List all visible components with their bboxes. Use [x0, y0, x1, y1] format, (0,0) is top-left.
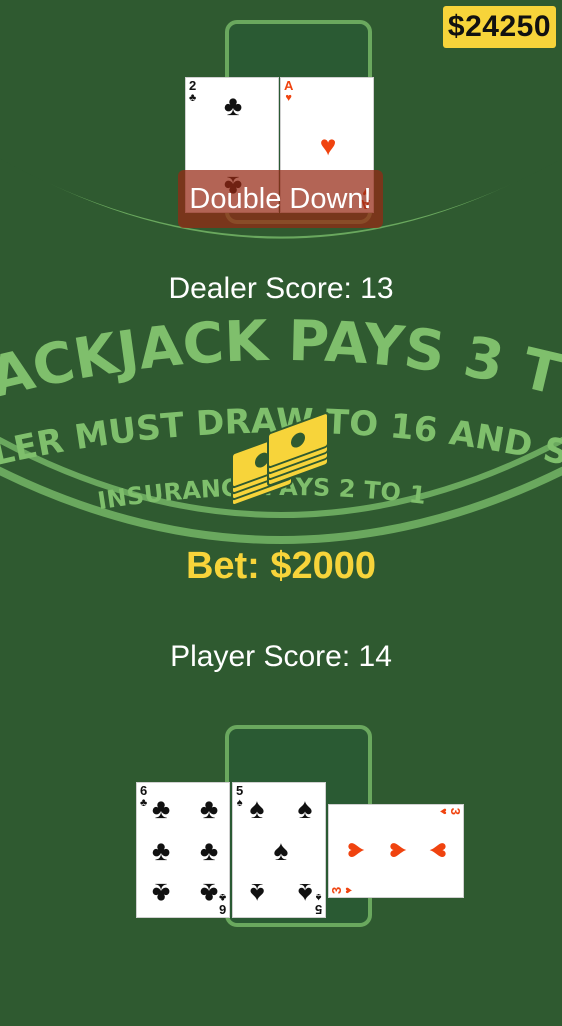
card-index: 5 ♠ — [314, 891, 322, 917]
card-index: A♥ — [284, 78, 294, 104]
club-pip-icon: ♣ — [151, 793, 171, 824]
player-card-2: 5 ♠ ♠ ♠ ♠ ♠ ♠ 5 ♠ — [232, 782, 326, 918]
club-pip-icon: ♣ — [199, 835, 219, 866]
heart-pip-icon: ♥ — [339, 841, 370, 859]
heart-pip-icon: ♥ — [424, 841, 455, 859]
club-pip-icon: ♣ — [199, 878, 219, 909]
spade-pip-icon: ♠ — [297, 878, 313, 909]
spade-pip-icon: ♠ — [297, 793, 313, 824]
heart-pip-icon: ♥ — [319, 130, 337, 161]
player-score: Player Score: 14 — [170, 640, 392, 673]
double-down-banner: Double Down! — [178, 170, 383, 228]
heart-pip-icon: ♥ — [381, 841, 412, 859]
spade-pip-icon: ♠ — [249, 793, 265, 824]
spade-pip-icon: ♠ — [249, 878, 265, 909]
card-index: 2 ♣ — [189, 78, 197, 104]
balance-badge: $24250 — [442, 6, 556, 48]
player-card-3: 3 ♥ ♥ ♥ ♥ 3 ♥ — [328, 804, 464, 898]
club-pip-icon: ♣ — [223, 90, 243, 121]
card-index: 5 ♠ — [236, 783, 244, 809]
club-pip-icon: ♣ — [151, 878, 171, 909]
bet-amount: Bet: $2000 — [185, 545, 377, 587]
card-index: 3 ♥ — [329, 886, 355, 894]
club-pip-icon: ♣ — [151, 835, 171, 866]
player-card-1: 6 ♣ ♣ ♣ ♣ ♣ ♣ ♣ 6 ♣ — [136, 782, 230, 918]
card-index: 6 ♣ — [140, 783, 148, 809]
spade-pip-icon: ♠ — [273, 835, 289, 866]
card-index: 3 ♥ — [437, 808, 463, 816]
dealer-score: Dealer Score: 13 — [168, 272, 394, 305]
club-pip-icon: ♣ — [199, 793, 219, 824]
card-index: 6 ♣ — [218, 891, 226, 917]
